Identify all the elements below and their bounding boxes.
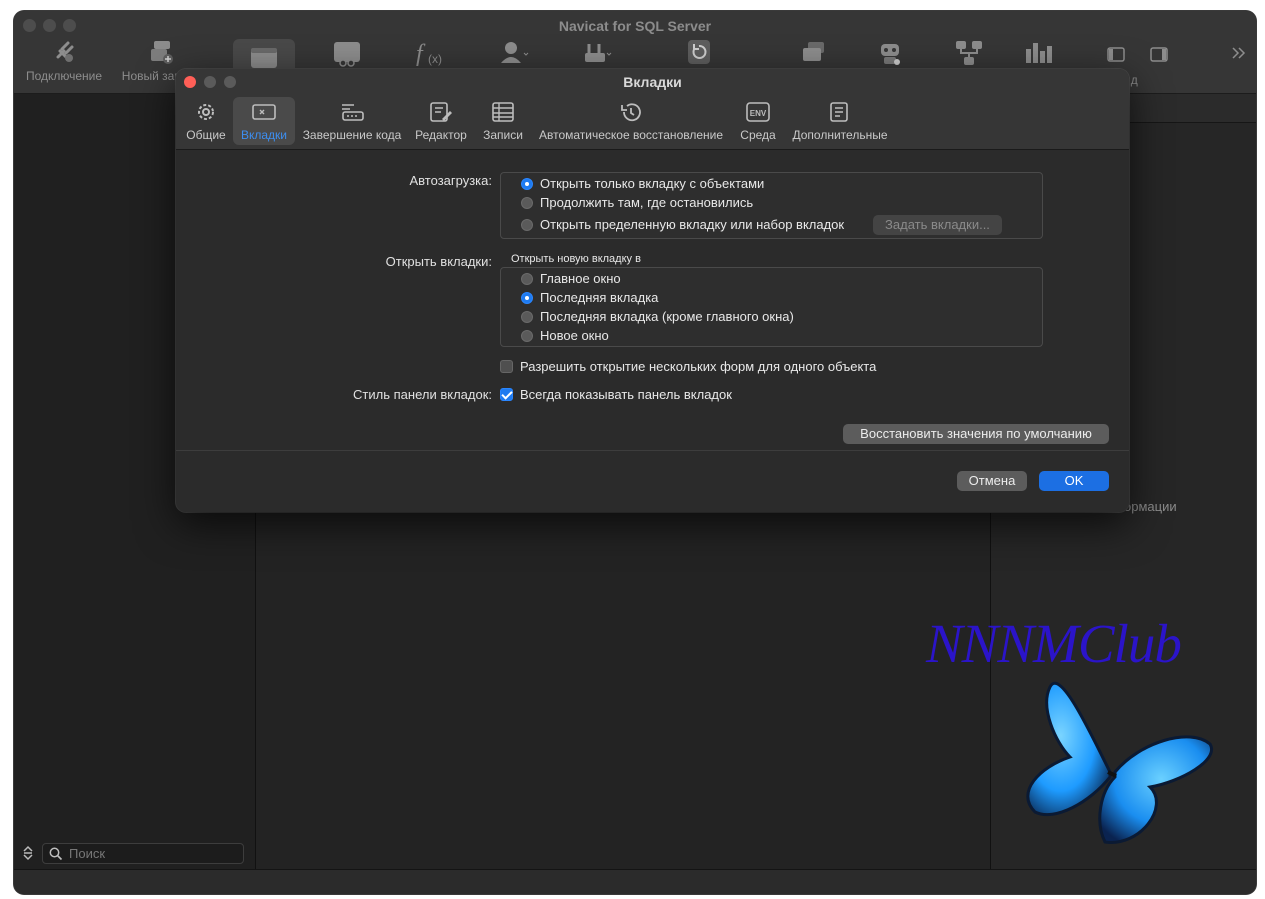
autoload-option-specific-label: Открыть пределенную вкладку или набор вк… bbox=[540, 217, 845, 232]
open-in-last-tab-label: Последняя вкладка bbox=[540, 290, 659, 305]
table-icon bbox=[251, 48, 277, 68]
tab-code-completion[interactable]: Завершение кода bbox=[302, 97, 402, 145]
tab-auto-recovery[interactable]: Автоматическое восстановление bbox=[536, 97, 726, 145]
dialog-title: Вкладки bbox=[623, 74, 682, 90]
always-show-tab-bar-label: Всегда показывать панель вкладок bbox=[520, 387, 732, 402]
records-icon bbox=[492, 102, 514, 122]
watermark-text: NNNMClub bbox=[926, 613, 1182, 674]
open-in-new-window-label: Новое окно bbox=[540, 328, 609, 343]
tab-editor-label: Редактор bbox=[415, 128, 467, 142]
model-icon bbox=[956, 41, 982, 65]
ok-button[interactable]: OK bbox=[1039, 471, 1109, 491]
plug-icon bbox=[56, 41, 74, 62]
tab-bar-style-label: Стиль панели вкладок: bbox=[353, 387, 492, 402]
toolbar-chart-button[interactable] bbox=[1022, 39, 1058, 67]
open-in-main-window-label: Главное окно bbox=[540, 271, 621, 286]
editor-icon bbox=[430, 102, 452, 122]
dialog-header: Вкладки Общие Вкладки Завершение кода Ре… bbox=[176, 69, 1129, 150]
open-in-last-tab-except-main-radio[interactable] bbox=[521, 311, 533, 323]
autoload-option-specific-radio[interactable] bbox=[521, 219, 533, 231]
robot-icon bbox=[881, 44, 900, 65]
allow-multiple-forms-checkbox[interactable] bbox=[500, 360, 513, 373]
open-tabs-group-caption: Открыть новую вкладку в bbox=[511, 253, 641, 265]
autoload-option-objects-label: Открыть только вкладку с объектами bbox=[540, 176, 765, 191]
gear-icon bbox=[198, 104, 214, 120]
search-placeholder: Поиск bbox=[69, 846, 106, 861]
toolbar-automation-button[interactable] bbox=[796, 39, 832, 67]
search-input[interactable]: Поиск bbox=[42, 843, 244, 864]
open-in-new-window-radio[interactable] bbox=[521, 330, 533, 342]
set-tabs-button[interactable]: Задать вкладки... bbox=[873, 215, 1002, 235]
history-icon bbox=[621, 103, 641, 122]
view-icon bbox=[334, 42, 360, 67]
function-icon: f (x) bbox=[416, 41, 442, 67]
open-in-last-tab-radio[interactable] bbox=[521, 292, 533, 304]
tab-editor[interactable]: Редактор bbox=[413, 97, 469, 145]
open-in-main-window-radio[interactable] bbox=[521, 273, 533, 285]
new-query-icon bbox=[151, 41, 173, 64]
toolbar-user-button[interactable] bbox=[494, 39, 534, 65]
autoload-option-continue-label: Продолжить там, где остановились bbox=[540, 195, 754, 210]
app-title: Navicat for SQL Server bbox=[558, 18, 712, 34]
cancel-button[interactable]: Отмена bbox=[957, 471, 1027, 491]
keyboard-icon bbox=[342, 104, 364, 121]
tab-records-label: Записи bbox=[483, 128, 523, 142]
dialog-divider bbox=[176, 450, 1129, 451]
chart-icon bbox=[1026, 43, 1052, 63]
toolbar-view-button[interactable] bbox=[329, 39, 365, 67]
tab-advanced-label: Дополнительные bbox=[792, 128, 888, 142]
always-show-tab-bar-checkbox[interactable] bbox=[500, 388, 513, 401]
search-icon bbox=[49, 847, 63, 861]
info-panel-text: ормации bbox=[1124, 499, 1177, 514]
tab-environment-label: Среда bbox=[740, 128, 776, 142]
tab-tabs[interactable]: Вкладки bbox=[233, 97, 295, 145]
toolbar-connection-button[interactable]: Подключение bbox=[24, 39, 104, 83]
open-tabs-label: Открыть вкладки: bbox=[385, 254, 492, 269]
tools-icon bbox=[585, 44, 612, 62]
tab-code-completion-label: Завершение кода bbox=[302, 128, 402, 142]
tab-auto-recovery-label: Автоматическое восстановление bbox=[538, 128, 724, 142]
env-icon: ENV bbox=[746, 102, 770, 122]
toolbar-connection-label: Подключение bbox=[25, 69, 103, 83]
preferences-dialog: Вкладки Общие Вкладки Завершение кода Ре… bbox=[176, 69, 1129, 512]
autoload-option-continue-radio[interactable] bbox=[521, 197, 533, 209]
tab-general-label: Общие bbox=[186, 128, 226, 142]
tabs-icon bbox=[252, 104, 276, 120]
tab-records[interactable]: Записи bbox=[478, 97, 528, 145]
svg-text:ENV: ENV bbox=[750, 109, 767, 118]
autoload-label: Автозагрузка: bbox=[409, 173, 492, 188]
status-bar bbox=[14, 869, 1256, 894]
allow-multiple-forms-label: Разрешить открытие нескольких форм для о… bbox=[520, 359, 877, 374]
tab-general[interactable]: Общие bbox=[184, 97, 228, 145]
toolbar-model-button[interactable] bbox=[951, 39, 987, 67]
tab-environment[interactable]: ENV Среда bbox=[737, 97, 779, 145]
restore-defaults-button[interactable]: Восстановить значения по умолчанию bbox=[843, 424, 1109, 444]
backup-icon bbox=[688, 40, 710, 64]
toolbar-function-button[interactable]: f (x) bbox=[412, 39, 452, 67]
toolbar-tools-button[interactable] bbox=[577, 39, 617, 65]
toolbar-overflow-button[interactable] bbox=[1229, 45, 1249, 61]
sort-toggle-icon[interactable] bbox=[22, 845, 34, 861]
sidebar-right-icon bbox=[1150, 47, 1168, 62]
automation-icon bbox=[803, 42, 824, 61]
tab-advanced[interactable]: Дополнительные bbox=[792, 97, 888, 145]
svg-text:(x): (x) bbox=[428, 52, 442, 66]
tab-tabs-label: Вкладки bbox=[240, 128, 288, 142]
advanced-icon bbox=[830, 102, 848, 122]
chevron-double-right-icon bbox=[1232, 47, 1246, 59]
user-icon bbox=[501, 42, 529, 63]
open-in-last-tab-except-main-label: Последняя вкладка (кроме главного окна) bbox=[540, 309, 794, 324]
toolbar-robot-button[interactable] bbox=[872, 39, 908, 67]
butterfly-image bbox=[1026, 682, 1214, 844]
toolbar-backup-button[interactable] bbox=[684, 39, 714, 65]
svg-text:f: f bbox=[416, 41, 426, 67]
autoload-option-objects-radio[interactable] bbox=[521, 178, 533, 190]
